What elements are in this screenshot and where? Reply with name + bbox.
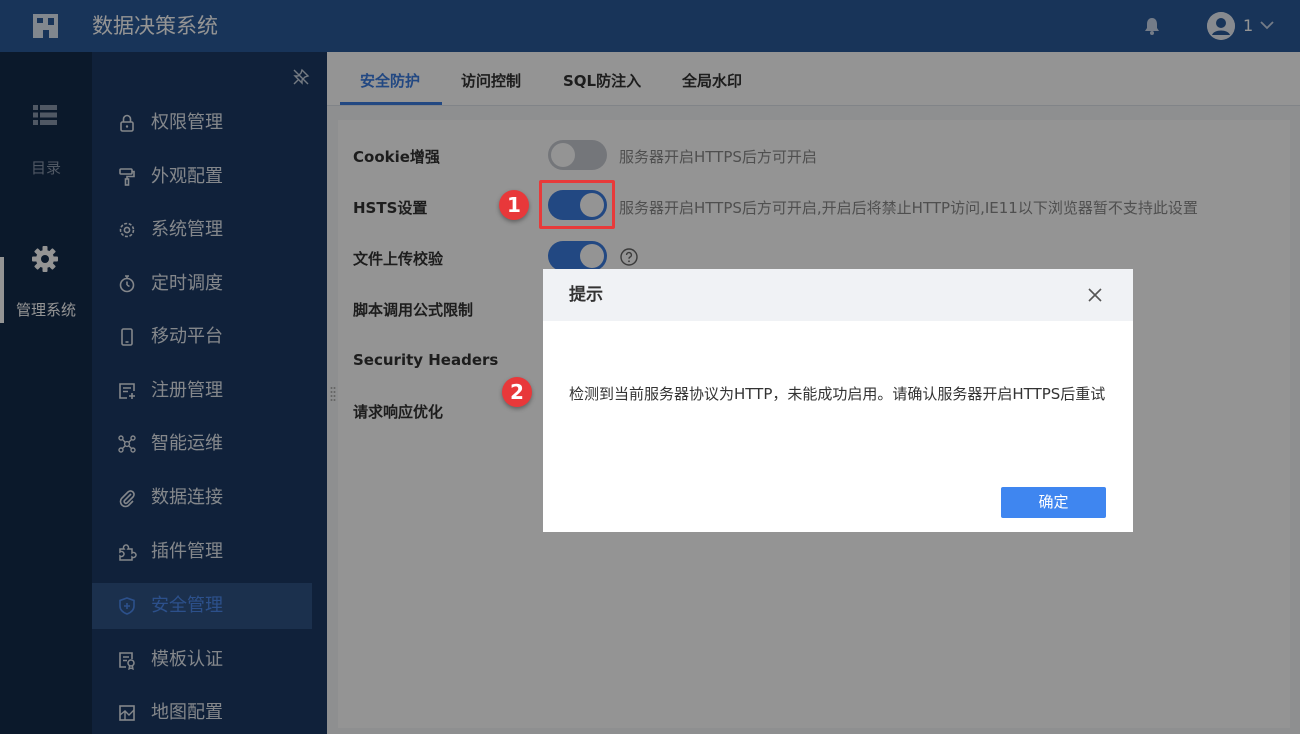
annotation-highlight-box xyxy=(539,180,615,229)
dialog-message: 检测到当前服务器协议为HTTP，未能成功启用。请确认服务器开启HTTPS后重试 xyxy=(569,385,1106,403)
alert-dialog: 提示 检测到当前服务器协议为HTTP，未能成功启用。请确认服务器开启HTTPS后… xyxy=(543,269,1133,532)
close-icon[interactable] xyxy=(1087,287,1103,303)
dialog-title: 提示 xyxy=(569,285,603,305)
dialog-header: 提示 xyxy=(543,269,1133,321)
annotation-marker-2: 2 xyxy=(502,377,532,407)
confirm-button[interactable]: 确定 xyxy=(1001,487,1106,518)
annotation-marker-1: 1 xyxy=(499,190,529,220)
